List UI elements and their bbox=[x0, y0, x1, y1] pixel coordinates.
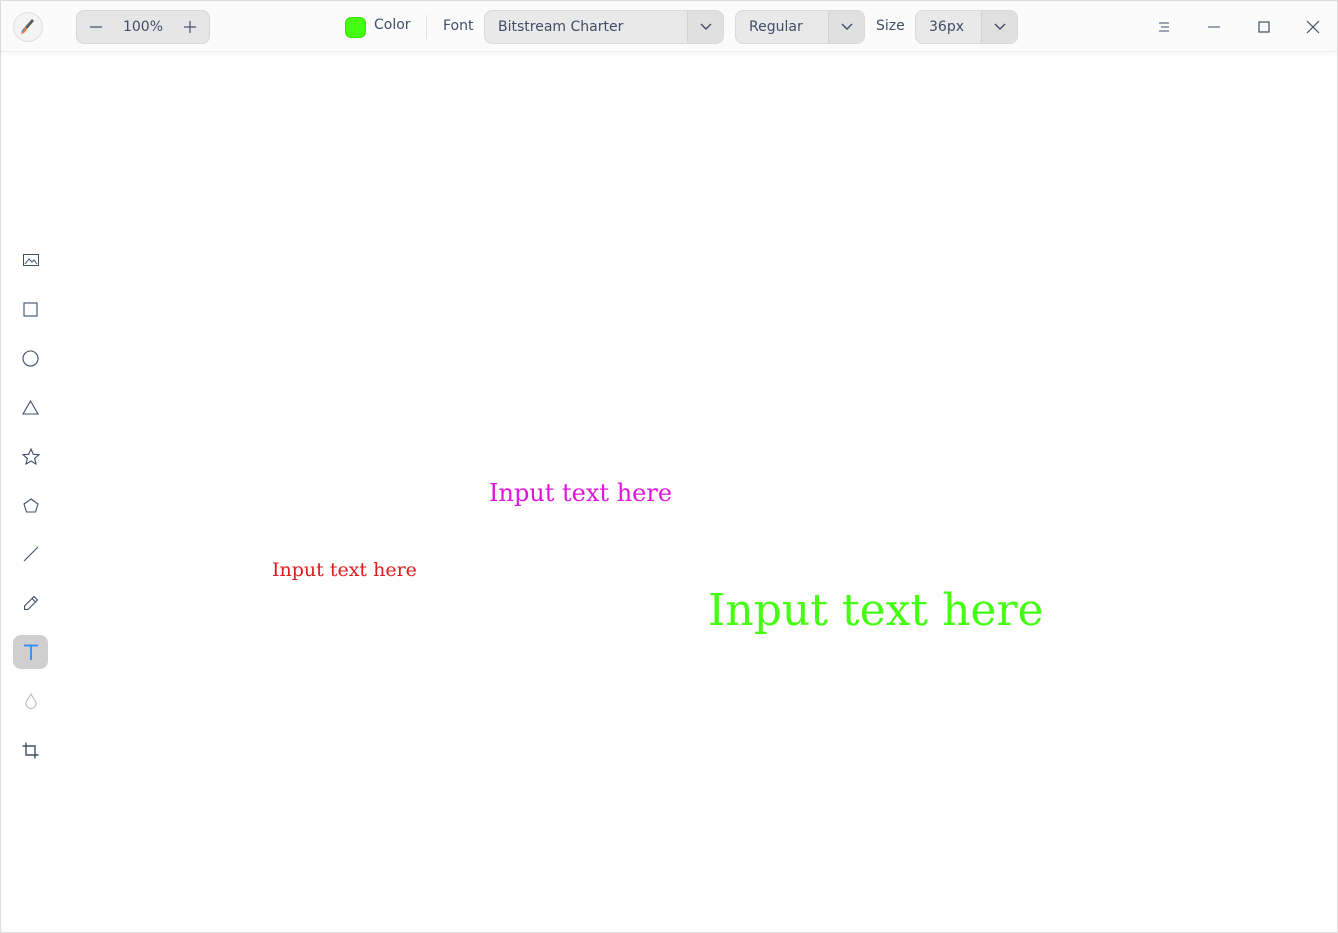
close-icon bbox=[1306, 20, 1320, 34]
zoom-out-button[interactable] bbox=[77, 10, 115, 44]
size-label: Size bbox=[876, 18, 905, 34]
zoom-in-button[interactable] bbox=[171, 10, 209, 44]
plus-icon bbox=[184, 21, 196, 33]
menu-icon bbox=[1159, 22, 1169, 32]
tool-rectangle[interactable] bbox=[13, 292, 48, 326]
triangle-icon bbox=[22, 399, 39, 415]
zoom-control: 100% bbox=[76, 10, 210, 44]
ellipse-icon bbox=[22, 349, 39, 367]
minimize-button[interactable] bbox=[1201, 14, 1227, 40]
tool-pencil[interactable] bbox=[13, 586, 48, 620]
minus-icon bbox=[90, 26, 102, 28]
color-swatch-button[interactable] bbox=[345, 17, 366, 38]
font-size-value: 36px bbox=[929, 19, 964, 35]
canvas-text-magenta[interactable]: Input text here bbox=[489, 479, 672, 507]
font-family-select[interactable]: Bitstream Charter bbox=[484, 10, 724, 44]
tool-text[interactable] bbox=[13, 635, 48, 669]
pencil-icon bbox=[23, 595, 38, 611]
maximize-button[interactable] bbox=[1251, 14, 1277, 40]
line-icon bbox=[23, 546, 38, 562]
canvas-text-green[interactable]: Input text here bbox=[708, 585, 1044, 636]
star-icon bbox=[21, 447, 40, 465]
font-label: Font bbox=[443, 18, 474, 34]
font-weight-value: Regular bbox=[749, 19, 803, 35]
tool-star[interactable] bbox=[13, 439, 48, 473]
font-weight-select[interactable]: Regular bbox=[735, 10, 865, 44]
zoom-value[interactable]: 100% bbox=[115, 19, 171, 35]
tool-line[interactable] bbox=[13, 537, 48, 571]
menu-button[interactable] bbox=[1151, 14, 1177, 40]
tool-polygon[interactable] bbox=[13, 488, 48, 522]
tool-ellipse[interactable] bbox=[13, 341, 48, 375]
maximize-icon bbox=[1258, 21, 1270, 33]
tool-crop[interactable] bbox=[13, 733, 48, 767]
color-label: Color bbox=[374, 17, 411, 33]
chevron-down-icon[interactable] bbox=[981, 11, 1017, 43]
tool-triangle[interactable] bbox=[13, 390, 48, 424]
chevron-down-icon[interactable] bbox=[687, 11, 723, 43]
titlebar: 100% Color Font Bitstream Charter Regula… bbox=[1, 1, 1337, 52]
rectangle-icon bbox=[23, 301, 38, 317]
font-size-select[interactable]: 36px bbox=[915, 10, 1018, 44]
app-logo-icon bbox=[13, 12, 43, 42]
pentagon-icon bbox=[22, 497, 39, 513]
blur-drop-icon bbox=[24, 693, 37, 709]
drawing-canvas[interactable]: Input text here Input text here Input te… bbox=[61, 53, 1337, 932]
draw-app-window: 100% Color Font Bitstream Charter Regula… bbox=[0, 0, 1338, 933]
close-button[interactable] bbox=[1300, 14, 1326, 40]
image-icon bbox=[22, 254, 39, 266]
toolbar-divider bbox=[426, 15, 427, 39]
minimize-icon bbox=[1208, 26, 1220, 28]
font-family-value: Bitstream Charter bbox=[498, 19, 624, 35]
chevron-down-icon[interactable] bbox=[828, 11, 864, 43]
text-icon bbox=[23, 644, 38, 660]
tool-blur[interactable] bbox=[13, 684, 48, 718]
crop-icon bbox=[22, 742, 39, 758]
tool-image[interactable] bbox=[13, 243, 48, 277]
canvas-text-red[interactable]: Input text here bbox=[272, 559, 417, 581]
